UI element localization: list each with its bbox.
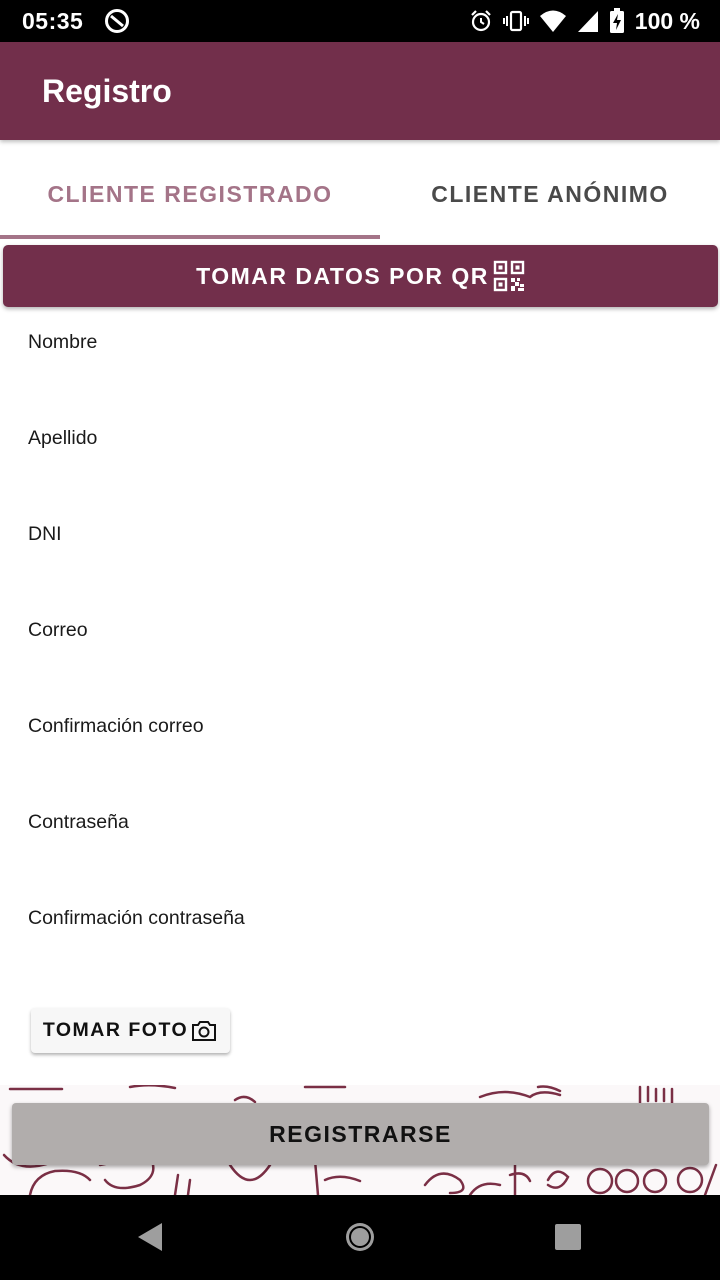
qr-button-label: TOMAR DATOS POR QR [196,262,489,289]
nombre-field[interactable]: Nombre [28,331,97,354]
status-bar: 05:35 100 % [0,0,720,42]
back-icon[interactable] [136,1221,164,1253]
vibrate-icon [502,10,529,32]
register-button[interactable]: REGISTRARSE [12,1103,709,1165]
qr-code-icon [493,260,525,292]
tab-bar: CLIENTE REGISTRADO CLIENTE ANÓNIMO [0,148,720,240]
apellido-field[interactable]: Apellido [28,427,97,450]
status-icons: 100 % [469,7,700,35]
tab-label: CLIENTE ANÓNIMO [431,180,669,207]
dni-field[interactable]: DNI [28,523,62,546]
take-qr-data-button[interactable]: TOMAR DATOS POR QR [3,245,718,307]
home-icon[interactable] [344,1221,376,1253]
photo-button-label: TOMAR FOTO [42,1019,189,1041]
page-title: Registro [42,73,172,109]
signal-icon [577,11,598,32]
wifi-icon [539,10,566,32]
register-button-label: REGISTRARSE [269,1120,452,1147]
contrasena-field[interactable]: Contraseña [28,811,129,834]
dnd-icon [105,9,129,33]
app-bar: Registro [0,42,720,140]
battery-percentage: 100 % [634,7,700,34]
correo-field[interactable]: Correo [28,619,88,642]
system-nav-bar [0,1195,720,1280]
recents-icon[interactable] [554,1223,582,1251]
tab-cliente-registrado[interactable]: CLIENTE REGISTRADO [0,148,380,240]
tab-label: CLIENTE REGISTRADO [47,180,333,207]
camera-icon [192,1020,217,1041]
battery-icon [609,8,624,33]
tab-cliente-anonimo[interactable]: CLIENTE ANÓNIMO [360,148,720,240]
confirmacion-correo-field[interactable]: Confirmación correo [28,715,204,738]
take-photo-button[interactable]: TOMAR FOTO [31,1008,230,1053]
status-time: 05:35 [22,8,84,34]
alarm-icon [471,10,491,32]
confirmacion-contrasena-field[interactable]: Confirmación contraseña [28,907,245,930]
tab-indicator [0,235,380,239]
